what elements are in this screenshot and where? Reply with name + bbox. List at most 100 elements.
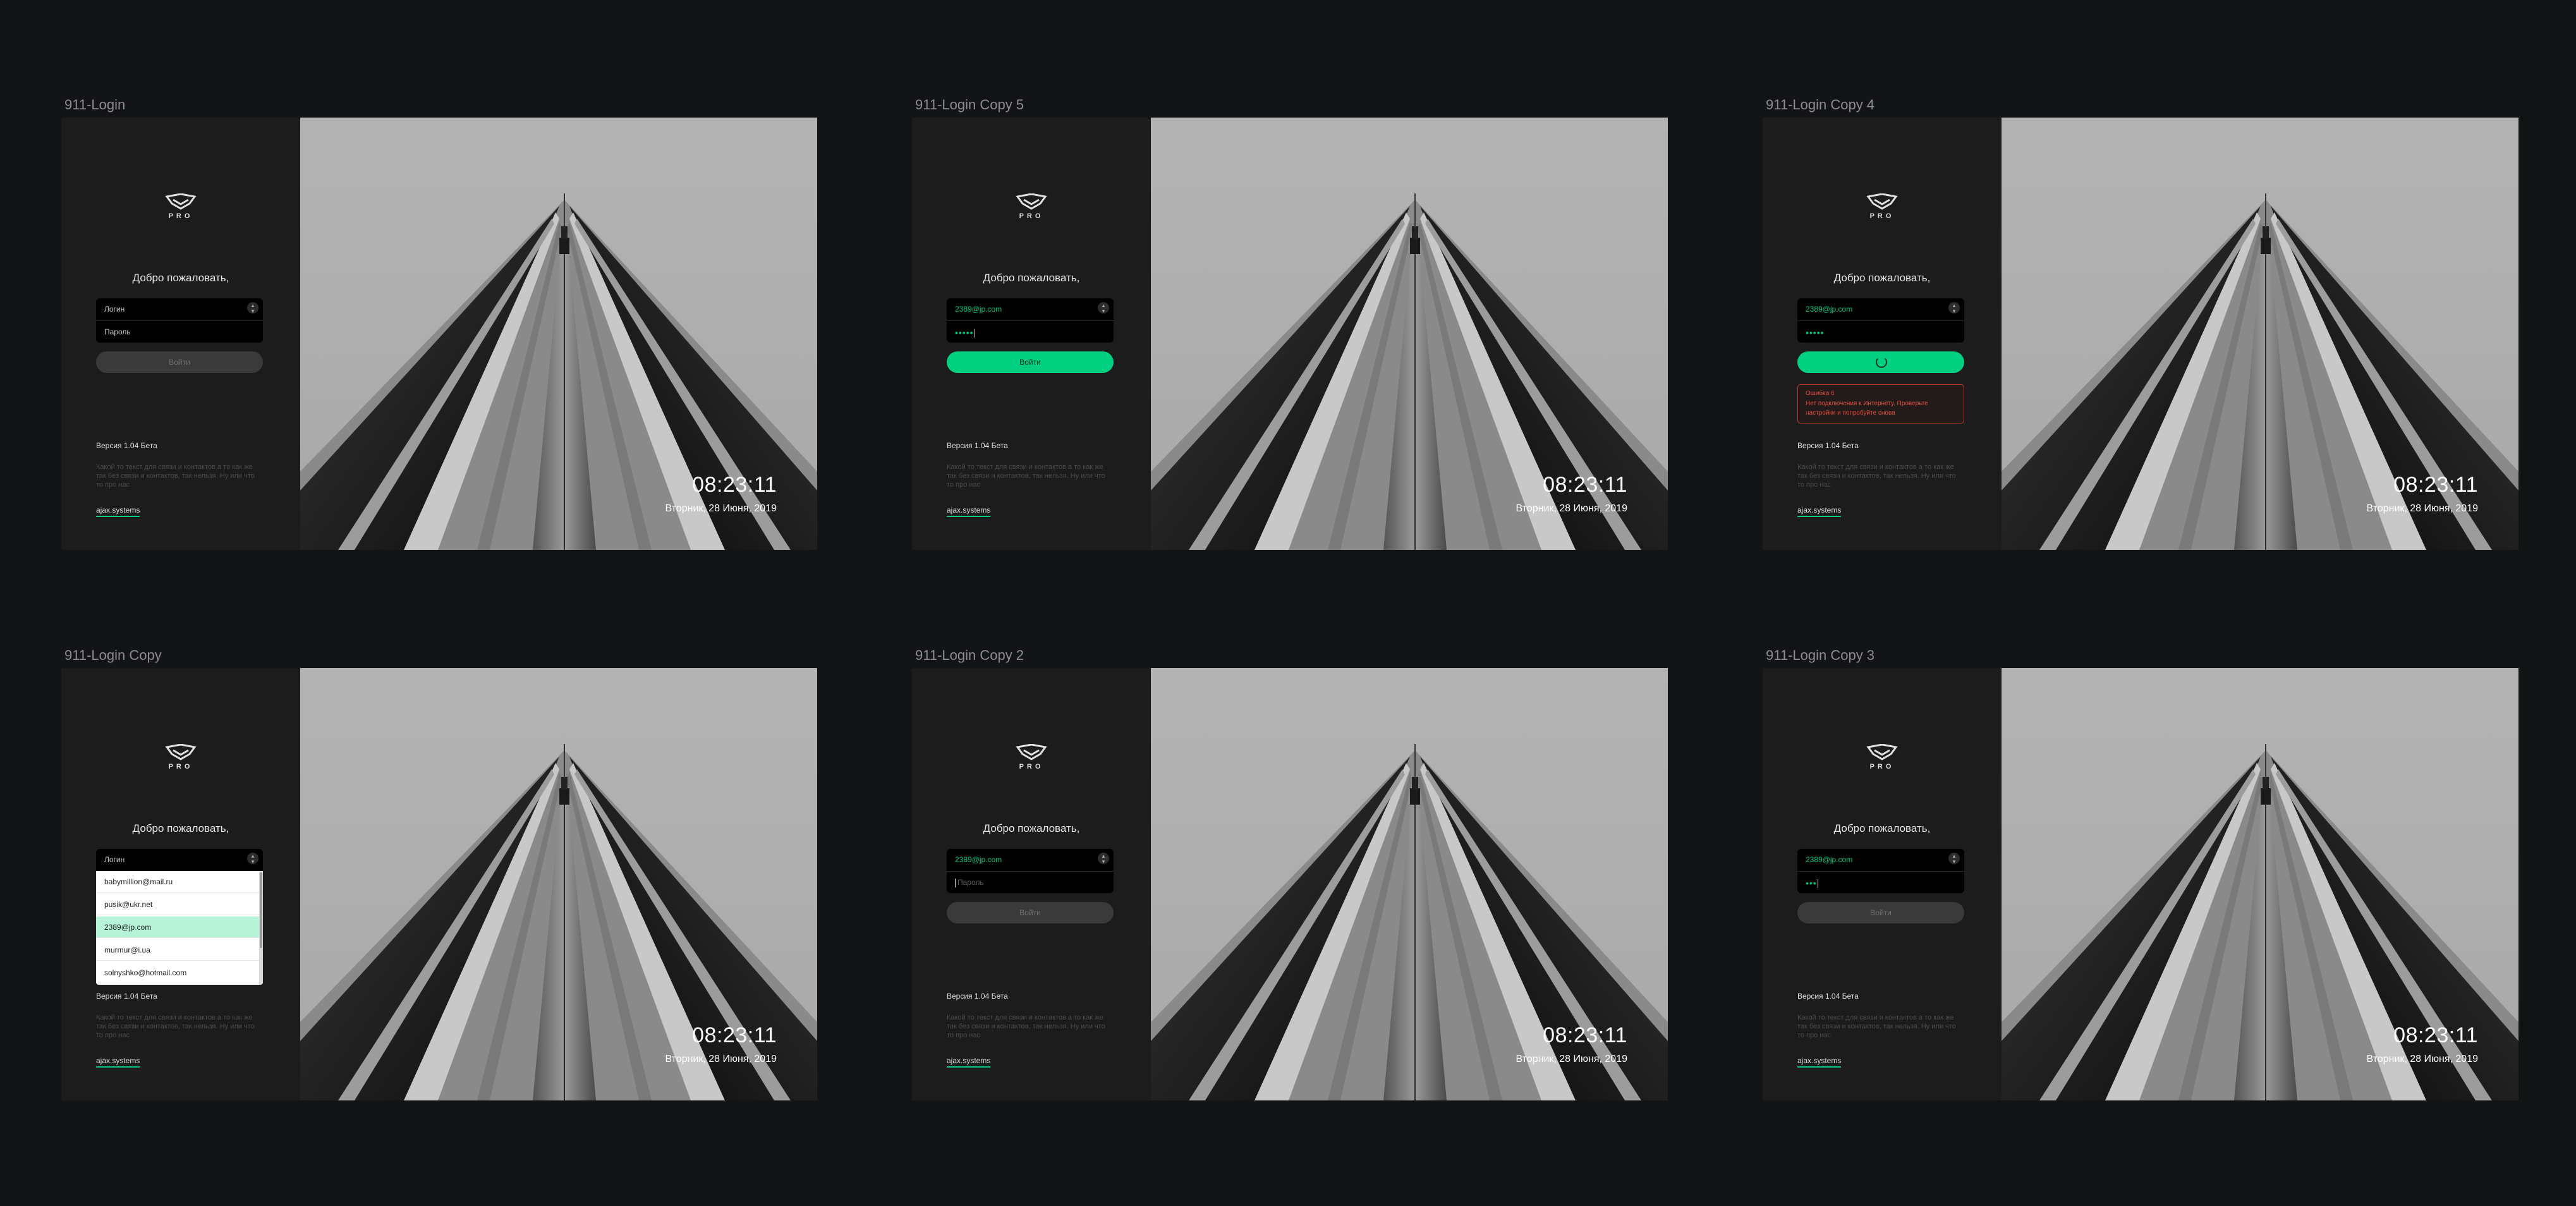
version-label: Версия 1.04 Бета (96, 441, 157, 450)
ajax-systems-link[interactable]: ajax.systems (1797, 1056, 1842, 1068)
field-divider (947, 871, 1114, 872)
login-input[interactable]: 2389@jp.com (1806, 855, 1852, 864)
date: Вторник, 28 Июня, 2019 (1516, 503, 1627, 514)
login-panel: PRO Добро пожаловать, 2389@jp.com ▴ ▾ Пар… (912, 668, 1151, 1100)
frame-title: 911-Login Copy 5 (915, 97, 1024, 113)
credentials-fields: 2389@jp.com ▴ ▾ ••••• (1797, 298, 1964, 343)
welcome-heading: Добро пожаловать, (132, 272, 229, 284)
version-label: Версия 1.04 Бета (1797, 441, 1859, 450)
credentials-fields: 2389@jp.com ▴ ▾ ••••• (947, 298, 1114, 343)
login-input[interactable]: 2389@jp.com (955, 305, 1002, 314)
version-label: Версия 1.04 Бета (1797, 992, 1859, 1001)
frame-title: 911-Login Copy 4 (1766, 97, 1875, 113)
login-button[interactable]: Войти (947, 351, 1114, 373)
logo-text: PRO (1019, 212, 1044, 220)
ajax-systems-link[interactable]: ajax.systems (947, 506, 991, 517)
password-input[interactable]: ••••• (1806, 327, 1825, 338)
frame-login-copy-4: 911-Login Copy 4 PRO Добро пожаловать, 2… (1763, 97, 2518, 550)
error-message-box: Ошибка 6 Нет подключения к Интернету. Пр… (1797, 384, 1964, 423)
frame-login-copy-2: 911-Login Copy 2 PRO Добро пожаловать, 2… (912, 647, 1668, 1100)
pro-logo: PRO (1866, 193, 1899, 225)
scrollbar-thumb[interactable] (260, 872, 262, 948)
dropdown-option[interactable]: solnyshko@hotmail.com (96, 962, 263, 984)
logo-text: PRO (168, 763, 193, 770)
version-label: Версия 1.04 Бета (947, 441, 1008, 450)
login-button[interactable]: Войти (96, 351, 263, 373)
building-photo: 08:23:11 Вторник, 28 Июня, 2019 (1151, 668, 1668, 1100)
clock: 08:23:11 (2393, 473, 2478, 497)
welcome-heading: Добро пожаловать, (1833, 822, 1931, 834)
loading-spinner-icon (1876, 356, 1887, 368)
password-input[interactable]: ••••• (955, 327, 975, 338)
description-text: Какой то текст для связи и контактов а т… (96, 1014, 255, 1039)
dropdown-scrollbar[interactable] (259, 871, 263, 985)
dropdown-option[interactable]: pusik@ukr.net (96, 894, 263, 915)
dropdown-option[interactable]: murmur@i.ua (96, 939, 263, 961)
field-divider (1797, 871, 1964, 872)
login-panel: PRO Добро пожаловать, Логин ▴ ▾ Пароль Во… (61, 118, 300, 550)
clock: 08:23:11 (2393, 1023, 2478, 1047)
description-text: Какой то текст для связи и контактов а т… (1797, 1014, 1956, 1039)
version-label: Версия 1.04 Бета (947, 992, 1008, 1001)
logo-text: PRO (1869, 212, 1895, 220)
dropdown-option[interactable]: babymillion@mail.ru (96, 871, 263, 892)
frame-login-copy: 911-Login Copy PRO Добро пожаловать, Лог… (61, 647, 817, 1100)
login-button[interactable]: Войти (947, 902, 1114, 923)
login-stepper-icon[interactable]: ▴ ▾ (1948, 302, 1960, 314)
date: Вторник, 28 Июня, 2019 (1516, 1054, 1627, 1064)
frame-title: 911-Login (64, 97, 126, 113)
login-input[interactable]: 2389@jp.com (955, 855, 1002, 864)
clock: 08:23:11 (1543, 473, 1627, 497)
login-dropdown: babymillion@mail.ru pusik@ukr.net 2389@j… (96, 871, 263, 985)
login-stepper-icon[interactable]: ▴ ▾ (247, 302, 258, 314)
welcome-heading: Добро пожаловать, (983, 272, 1080, 284)
pro-logo: PRO (164, 193, 197, 225)
credentials-fields: 2389@jp.com ▴ ▾ ••• (1797, 849, 1964, 893)
pro-logo: PRO (1015, 193, 1048, 225)
frame-title: 911-Login Copy (64, 647, 162, 663)
password-input[interactable]: Пароль (955, 878, 984, 887)
login-button[interactable]: Войти (1797, 902, 1964, 923)
frame-login-copy-3: 911-Login Copy 3 PRO Добро пожаловать, 2… (1763, 647, 2518, 1100)
logo-text: PRO (1869, 763, 1895, 770)
ajax-systems-link[interactable]: ajax.systems (1797, 506, 1842, 517)
description-text: Какой то текст для связи и контактов а т… (947, 1014, 1105, 1039)
login-stepper-icon[interactable]: ▴ ▾ (1098, 302, 1109, 314)
building-photo: 08:23:11 Вторник, 28 Июня, 2019 (300, 118, 817, 550)
login-input[interactable]: Логин (104, 855, 125, 864)
field-divider (947, 320, 1114, 321)
frame-login: 911-Login PRO Добро пожаловать, Логин ▴ ▾… (61, 97, 817, 550)
login-stepper-icon[interactable]: ▴ ▾ (1098, 853, 1109, 865)
building-photo: 08:23:11 Вторник, 28 Июня, 2019 (2002, 668, 2518, 1100)
frame-title: 911-Login Copy 2 (915, 647, 1024, 663)
dropdown-option-selected[interactable]: 2389@jp.com (96, 917, 263, 938)
login-input[interactable]: Логин (104, 305, 125, 314)
building-photo: 08:23:11 Вторник, 28 Июня, 2019 (300, 668, 817, 1100)
description-text: Какой то текст для связи и контактов а т… (1797, 463, 1956, 489)
building-photo: 08:23:11 Вторник, 28 Июня, 2019 (1151, 118, 1668, 550)
error-title: Ошибка 6 (1806, 390, 1835, 397)
frame-login-copy-5: 911-Login Copy 5 PRO Добро пожаловать, 2… (912, 97, 1668, 550)
date: Вторник, 28 Июня, 2019 (665, 1054, 777, 1064)
login-panel: PRO Добро пожаловать, 2389@jp.com ▴ ▾ •••… (1763, 118, 2002, 550)
building-photo: 08:23:11 Вторник, 28 Июня, 2019 (2002, 118, 2518, 550)
pro-logo: PRO (1015, 744, 1048, 776)
login-panel: PRO Добро пожаловать, 2389@jp.com ▴ ▾ •••… (912, 118, 1151, 550)
ajax-systems-link[interactable]: ajax.systems (96, 1056, 140, 1068)
login-input[interactable]: 2389@jp.com (1806, 305, 1852, 314)
password-input[interactable]: Пароль (104, 327, 131, 336)
login-stepper-icon[interactable]: ▴ ▾ (247, 853, 258, 865)
logo-text: PRO (168, 212, 193, 220)
logo-text: PRO (1019, 763, 1044, 770)
ajax-systems-link[interactable]: ajax.systems (96, 506, 140, 517)
password-input[interactable]: ••• (1806, 878, 1818, 889)
login-stepper-icon[interactable]: ▴ ▾ (1948, 853, 1960, 865)
credentials-fields: Логин ▴ ▾ (96, 849, 263, 871)
date: Вторник, 28 Июня, 2019 (2366, 1054, 2478, 1064)
description-text: Какой то текст для связи и контактов а т… (947, 463, 1105, 489)
login-panel: PRO Добро пожаловать, Логин ▴ ▾ babymilli… (61, 668, 300, 1100)
pro-logo: PRO (1866, 744, 1899, 776)
ajax-systems-link[interactable]: ajax.systems (947, 1056, 991, 1068)
login-button-loading[interactable] (1797, 351, 1964, 373)
welcome-heading: Добро пожаловать, (132, 822, 229, 834)
